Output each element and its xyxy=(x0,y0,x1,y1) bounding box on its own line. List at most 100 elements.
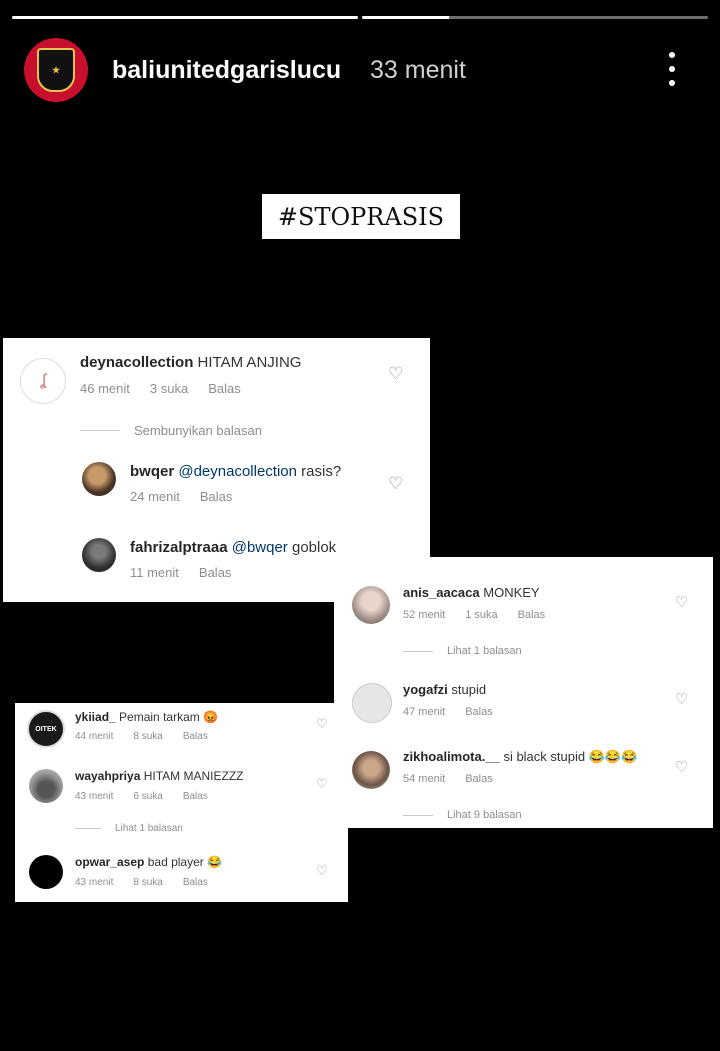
mention-link[interactable]: @deynacollection xyxy=(178,463,297,480)
comment-meta: 52 menit 1 suka Balas xyxy=(403,609,565,621)
comment-likes[interactable]: 1 suka xyxy=(465,609,497,621)
comment-likes[interactable]: 8 suka xyxy=(133,731,162,742)
reply-button[interactable]: Balas xyxy=(208,381,241,396)
comment-meta: 11 menit Balas xyxy=(130,565,251,580)
more-vertical-icon[interactable] xyxy=(664,52,680,86)
story-progress-bar-2 xyxy=(362,16,708,19)
reply-button[interactable]: Balas xyxy=(200,489,233,504)
comment-body: bad player 😂 xyxy=(147,855,223,869)
comment-username[interactable]: wayahpriya xyxy=(75,769,140,783)
avatar xyxy=(82,538,116,572)
hashtag-sticker[interactable]: #STOPRASIS xyxy=(262,194,460,239)
reply-button[interactable]: Balas xyxy=(199,565,232,580)
view-replies-label: Lihat 9 balasan xyxy=(447,809,522,821)
view-replies-link[interactable]: Lihat 1 balasan xyxy=(403,645,542,657)
comment-text: zikhoalimota.__ si black stupid 😂😂😂 xyxy=(403,749,637,765)
comment-body: MONKEY xyxy=(483,585,540,600)
story-time: 33 menit xyxy=(370,56,466,84)
progress-fill-2 xyxy=(362,16,449,19)
avatar xyxy=(352,683,392,723)
comment-body: si black stupid 😂😂😂 xyxy=(503,749,638,764)
comment-body: rasis? xyxy=(301,463,342,480)
view-replies-link[interactable]: Lihat 1 balasan xyxy=(75,823,203,834)
reply-button[interactable]: Balas xyxy=(465,706,493,718)
comment-time: 43 menit xyxy=(75,791,114,802)
progress-fill-1 xyxy=(12,16,358,19)
heart-icon[interactable]: ♡ xyxy=(675,758,688,776)
comment-text: opwar_asep bad player 😂 xyxy=(75,855,222,869)
comment-text: anis_aacaca MONKEY xyxy=(403,585,540,600)
story-progress-bar-1 xyxy=(12,16,358,19)
mention-link[interactable]: @bwqer xyxy=(232,539,288,556)
comment-time: 11 menit xyxy=(130,565,179,580)
comment-body: HITAM ANJING xyxy=(197,354,302,371)
heart-icon[interactable]: ♡ xyxy=(675,593,688,611)
avatar-label: OITEK xyxy=(35,725,57,733)
comment-body: Pemain tarkam 😡 xyxy=(119,710,219,724)
heart-icon[interactable]: ♡ xyxy=(675,690,688,708)
avatar xyxy=(29,769,63,803)
comment-meta: 47 menit Balas xyxy=(403,706,513,718)
comment-meta: 54 menit Balas xyxy=(403,773,513,785)
reply-button[interactable]: Balas xyxy=(518,609,546,621)
avatar: ʆ xyxy=(20,358,66,404)
comment-screenshot-3: OITEK ykiiad_ Pemain tarkam 😡 44 menit 8 … xyxy=(15,703,348,902)
comment-meta: 24 menit Balas xyxy=(130,489,252,504)
comment-username[interactable]: ykiiad_ xyxy=(75,710,116,724)
comment-username[interactable]: fahrizalptraaa xyxy=(130,539,228,556)
comment-meta: 44 menit 8 suka Balas xyxy=(75,731,228,742)
view-replies-link[interactable]: Lihat 9 balasan xyxy=(403,809,542,821)
comment-meta: 43 menit 8 suka Balas xyxy=(75,877,228,888)
view-replies-label: Lihat 1 balasan xyxy=(115,823,183,834)
comment-text: deynacollection HITAM ANJING xyxy=(80,354,301,371)
comment-text: wayahpriya HITAM MANIEZZZ xyxy=(75,769,244,783)
heart-icon[interactable]: ♡ xyxy=(388,474,403,494)
comment-meta: 46 menit 3 suka Balas xyxy=(80,381,261,396)
comment-time: 54 menit xyxy=(403,773,446,785)
comment-time: 44 menit xyxy=(75,731,114,742)
reply-button[interactable]: Balas xyxy=(183,791,208,802)
comment-username[interactable]: deynacollection xyxy=(80,354,193,371)
comment-username[interactable]: opwar_asep xyxy=(75,855,144,869)
reply-button[interactable]: Balas xyxy=(183,877,208,888)
comment-time: 43 menit xyxy=(75,877,114,888)
avatar xyxy=(352,586,390,624)
profile-avatar[interactable]: ★ xyxy=(24,38,88,102)
heart-icon[interactable]: ♡ xyxy=(316,776,328,792)
avatar: OITEK xyxy=(27,710,65,748)
comment-username[interactable]: bwqer xyxy=(130,463,174,480)
comment-text: ykiiad_ Pemain tarkam 😡 xyxy=(75,710,218,724)
heart-icon[interactable]: ♡ xyxy=(316,863,328,879)
comment-text: fahrizalptraaa @bwqer goblok xyxy=(130,539,336,556)
avatar xyxy=(29,855,63,889)
avatar xyxy=(352,751,390,789)
comment-username[interactable]: yogafzi xyxy=(403,682,448,697)
comment-text: bwqer @deynacollection rasis? xyxy=(130,463,341,480)
reply-button[interactable]: Balas xyxy=(465,773,493,785)
club-crest-icon: ★ xyxy=(37,48,75,92)
comment-body: stupid xyxy=(451,682,487,697)
story-username[interactable]: baliunitedgarislucu xyxy=(112,56,341,85)
comment-time: 46 menit xyxy=(80,381,130,396)
comment-time: 47 menit xyxy=(403,706,446,718)
comment-likes[interactable]: 3 suka xyxy=(150,381,188,396)
comment-likes[interactable]: 6 suka xyxy=(133,791,162,802)
comment-likes[interactable]: 8 suka xyxy=(133,877,162,888)
comment-time: 52 menit xyxy=(403,609,446,621)
heart-icon[interactable]: ♡ xyxy=(388,364,403,384)
comment-text: yogafzi stupid xyxy=(403,682,486,697)
hashtag-text: #STOPRASIS xyxy=(277,202,445,231)
comment-meta: 43 menit 6 suka Balas xyxy=(75,791,228,802)
comment-screenshot-2: anis_aacaca MONKEY 52 menit 1 suka Balas ♡… xyxy=(334,557,713,828)
comment-time: 24 menit xyxy=(130,489,180,504)
reply-button[interactable]: Balas xyxy=(183,731,208,742)
comment-body: goblok xyxy=(291,539,337,556)
hide-replies-label: Sembunyikan balasan xyxy=(134,423,262,438)
comment-username[interactable]: anis_aacaca xyxy=(403,585,480,600)
comment-body: HITAM MANIEZZZ xyxy=(143,769,244,783)
avatar xyxy=(82,462,116,496)
view-replies-label: Lihat 1 balasan xyxy=(447,645,522,657)
heart-icon[interactable]: ♡ xyxy=(316,716,328,732)
hide-replies-link[interactable]: Sembunyikan balasan xyxy=(80,423,282,438)
comment-username[interactable]: zikhoalimota.__ xyxy=(403,749,500,764)
